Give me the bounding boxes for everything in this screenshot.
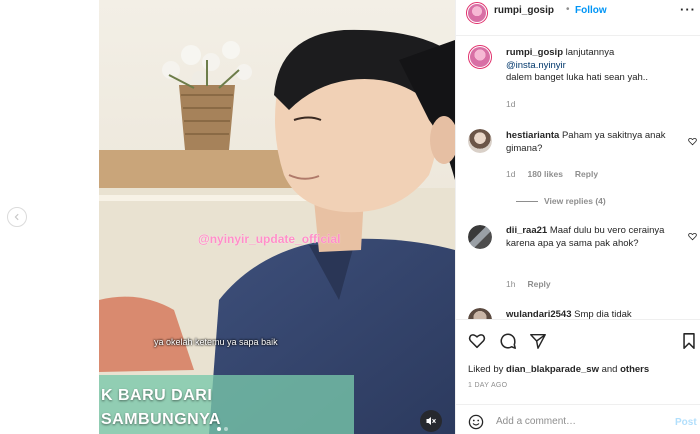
header-separator: • [566, 4, 570, 15]
speaker-muted-icon [426, 417, 436, 425]
video-subtitle: ya okelah ketemu ya sapa baik [154, 337, 278, 347]
view-replies-label: View replies (4) [544, 196, 606, 206]
comment-input[interactable] [496, 413, 656, 429]
post-side-panel: rumpi_gosip • Follow ··· rumpi_gosip lan… [455, 0, 700, 434]
liked-by-prefix: Liked by [468, 364, 504, 375]
comment-bubble-icon[interactable] [499, 332, 517, 350]
post-actions: Liked by dian_blakparade_sw and others 1… [456, 319, 700, 399]
banner-line-2: SAMBUNGNYA [101, 411, 221, 428]
comment-avatar[interactable] [468, 308, 492, 319]
left-gutter [0, 0, 99, 434]
add-comment-bar: Post [456, 404, 700, 434]
post-header: rumpi_gosip • Follow ··· [456, 0, 700, 36]
more-options-button[interactable]: ··· [680, 2, 696, 17]
author-username[interactable]: rumpi_gosip [494, 5, 554, 16]
comment-meta: 1d 180 likes Reply [506, 169, 598, 179]
banner-line-1: K BARU DARI [101, 387, 213, 404]
video-frame [99, 0, 455, 434]
view-replies-button[interactable]: View replies (4) [516, 196, 606, 206]
caption-text: lanjutannya [565, 47, 615, 58]
post-comment-button[interactable]: Post [675, 417, 697, 428]
caption-mention[interactable]: @insta.nyinyir [506, 60, 566, 71]
heart-icon[interactable] [688, 232, 697, 241]
liked-by: Liked by dian_blakparade_sw and others [468, 364, 649, 375]
chevron-left-icon [14, 213, 19, 221]
post-caption: rumpi_gosip lanjutannya @insta.nyinyir d… [506, 47, 686, 85]
view-replies-line [516, 200, 538, 202]
previous-post-button[interactable] [7, 207, 27, 227]
comment-item: dii_raa21 Maaf dulu bu vero cerainya kar… [506, 225, 681, 250]
comment-username[interactable]: hestiarianta [506, 130, 559, 141]
comment-likes[interactable]: 180 likes [527, 169, 562, 179]
reply-button[interactable]: Reply [575, 169, 598, 179]
comment-text: Smp dia tidak [574, 309, 632, 319]
video-banner: K BARU DARI SAMBUNGNYA [99, 375, 354, 434]
caption-age: 1d [506, 99, 516, 109]
post-video[interactable]: @nyinyir_update_official ya okelah ketem… [99, 0, 455, 434]
comment-username[interactable]: dii_raa21 [506, 225, 547, 236]
bookmark-icon[interactable] [680, 332, 698, 350]
liked-by-and: and [601, 364, 618, 375]
follow-button[interactable]: Follow [575, 5, 607, 16]
comment-avatar[interactable] [468, 129, 492, 153]
smiley-icon[interactable] [468, 414, 484, 430]
liked-by-others[interactable]: others [620, 364, 649, 375]
comment-age: 1d [506, 169, 516, 179]
video-watermark: @nyinyir_update_official [198, 232, 341, 246]
post-date[interactable]: 1 DAY AGO [468, 382, 507, 389]
carousel-dot [217, 427, 221, 431]
comment-username[interactable]: wulandari2543 [506, 309, 571, 319]
heart-icon[interactable] [688, 137, 697, 146]
comment-meta: 1h Reply [506, 279, 551, 289]
comment-age: 1h [506, 279, 516, 289]
carousel-dots [217, 427, 228, 431]
author-avatar[interactable] [466, 2, 488, 24]
carousel-dot [224, 427, 228, 431]
caption-username[interactable]: rumpi_gosip [506, 47, 563, 58]
caption-text-2: dalem banget luka hati sean yah.. [506, 72, 649, 83]
paper-plane-icon[interactable] [529, 332, 547, 350]
mute-button[interactable] [420, 410, 442, 432]
caption-avatar[interactable] [468, 45, 492, 69]
liked-by-user[interactable]: dian_blakparade_sw [506, 364, 599, 375]
comment-item: hestiarianta Paham ya sakitnya anak gima… [506, 130, 681, 155]
comment-item: wulandari2543 Smp dia tidak [506, 309, 681, 319]
reply-button[interactable]: Reply [527, 279, 550, 289]
comments-list[interactable]: rumpi_gosip lanjutannya @insta.nyinyir d… [456, 36, 700, 319]
caption-meta: 1d [506, 99, 515, 109]
heart-icon[interactable] [468, 332, 486, 350]
comment-avatar[interactable] [468, 225, 492, 249]
